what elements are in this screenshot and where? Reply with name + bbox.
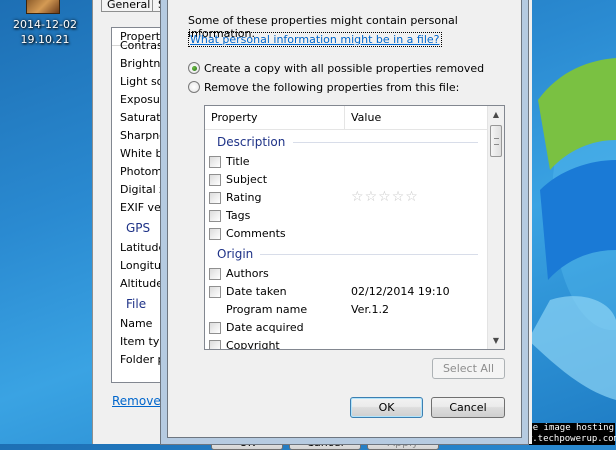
- group-header-origin: Origin: [205, 243, 488, 265]
- ok-button[interactable]: OK: [350, 397, 423, 418]
- personal-information-link[interactable]: What personal information might be in a …: [188, 32, 442, 47]
- group-divider: [293, 142, 478, 143]
- item-label: Rating: [226, 191, 262, 204]
- tab-general[interactable]: General: [101, 0, 157, 12]
- item-value: Ver.1.2: [351, 303, 389, 316]
- star-icon[interactable]: ☆: [351, 189, 365, 205]
- group-label: Origin: [217, 247, 254, 261]
- item-label: Authors: [226, 267, 269, 280]
- rating-stars[interactable]: ☆☆☆☆☆: [351, 189, 419, 205]
- star-icon[interactable]: ☆: [392, 189, 406, 205]
- bg-ok-button[interactable]: OK: [211, 436, 283, 450]
- bg-cancel-button[interactable]: Cancel: [289, 436, 361, 450]
- checkbox[interactable]: [209, 210, 221, 222]
- list-header: Property Value: [205, 106, 488, 130]
- star-icon[interactable]: ☆: [365, 189, 379, 205]
- group-label: Description: [217, 135, 286, 149]
- list-item[interactable]: Authors: [205, 265, 488, 283]
- scrollbar-thumb[interactable]: [490, 125, 502, 157]
- item-label: Copyright: [226, 339, 280, 350]
- properties-list: Property Value Description Title Subject: [204, 105, 505, 350]
- checkbox[interactable]: [209, 340, 221, 349]
- item-label: Title: [226, 155, 250, 168]
- list-item[interactable]: Tags: [205, 207, 488, 225]
- scroll-up-icon[interactable]: ▲: [488, 106, 504, 123]
- checkbox[interactable]: [209, 174, 221, 186]
- option-remove-properties-label: Remove the following properties from thi…: [204, 80, 460, 94]
- list-item[interactable]: Date taken 02/12/2014 19:10: [205, 283, 488, 301]
- desktop-icon-label[interactable]: 2014-12-02 19.10.21: [10, 17, 80, 47]
- desktop-image-icon[interactable]: [26, 0, 60, 14]
- scroll-down-icon[interactable]: ▼: [488, 332, 504, 349]
- item-value: 02/12/2014 19:10: [351, 285, 450, 298]
- item-label: Subject: [226, 173, 268, 186]
- column-header-property[interactable]: Property: [205, 106, 345, 130]
- item-label: Date acquired: [226, 321, 304, 334]
- vertical-scrollbar[interactable]: ▲ ▼: [487, 106, 504, 349]
- cancel-button[interactable]: Cancel: [431, 397, 505, 418]
- item-label: Program name: [226, 303, 308, 316]
- list-item[interactable]: Comments: [205, 225, 488, 243]
- star-icon[interactable]: ☆: [378, 189, 392, 205]
- item-label: Tags: [226, 209, 251, 222]
- list-item[interactable]: Title: [205, 153, 488, 171]
- windows-logo-icon: [528, 58, 616, 400]
- list-item[interactable]: Rating ☆☆☆☆☆: [205, 189, 488, 207]
- group-divider: [260, 254, 478, 255]
- radio-create-copy[interactable]: [188, 62, 200, 74]
- column-header-value[interactable]: Value: [345, 106, 488, 130]
- list-item[interactable]: Copyright: [205, 337, 488, 350]
- star-icon[interactable]: ☆: [405, 189, 419, 205]
- desktop-icon-label-line1: 2014-12-02: [13, 18, 77, 31]
- option-create-copy[interactable]: Create a copy with all possible properti…: [188, 61, 484, 75]
- remove-properties-dialog: Some of these properties might contain p…: [167, 0, 522, 438]
- property-rows: Description Title Subject Rating ☆☆☆☆☆ T…: [205, 131, 488, 350]
- checkbox[interactable]: [209, 228, 221, 240]
- checkbox[interactable]: [209, 322, 221, 334]
- list-item[interactable]: Program name Ver.1.2: [205, 301, 488, 319]
- bg-apply-button[interactable]: Apply: [367, 436, 439, 450]
- checkbox[interactable]: [209, 286, 221, 298]
- checkbox[interactable]: [209, 192, 221, 204]
- list-item[interactable]: Subject: [205, 171, 488, 189]
- item-label: Comments: [226, 227, 286, 240]
- item-label: Date taken: [226, 285, 287, 298]
- desktop-icon-label-line2: 19.10.21: [20, 33, 70, 46]
- select-all-button[interactable]: Select All: [432, 358, 505, 379]
- list-item[interactable]: Date acquired: [205, 319, 488, 337]
- option-create-copy-label: Create a copy with all possible properti…: [204, 61, 485, 75]
- checkbox[interactable]: [209, 268, 221, 280]
- option-remove-properties[interactable]: Remove the following properties from thi…: [188, 80, 459, 94]
- checkbox[interactable]: [209, 156, 221, 168]
- group-header-description: Description: [205, 131, 488, 153]
- radio-remove-properties[interactable]: [188, 81, 200, 93]
